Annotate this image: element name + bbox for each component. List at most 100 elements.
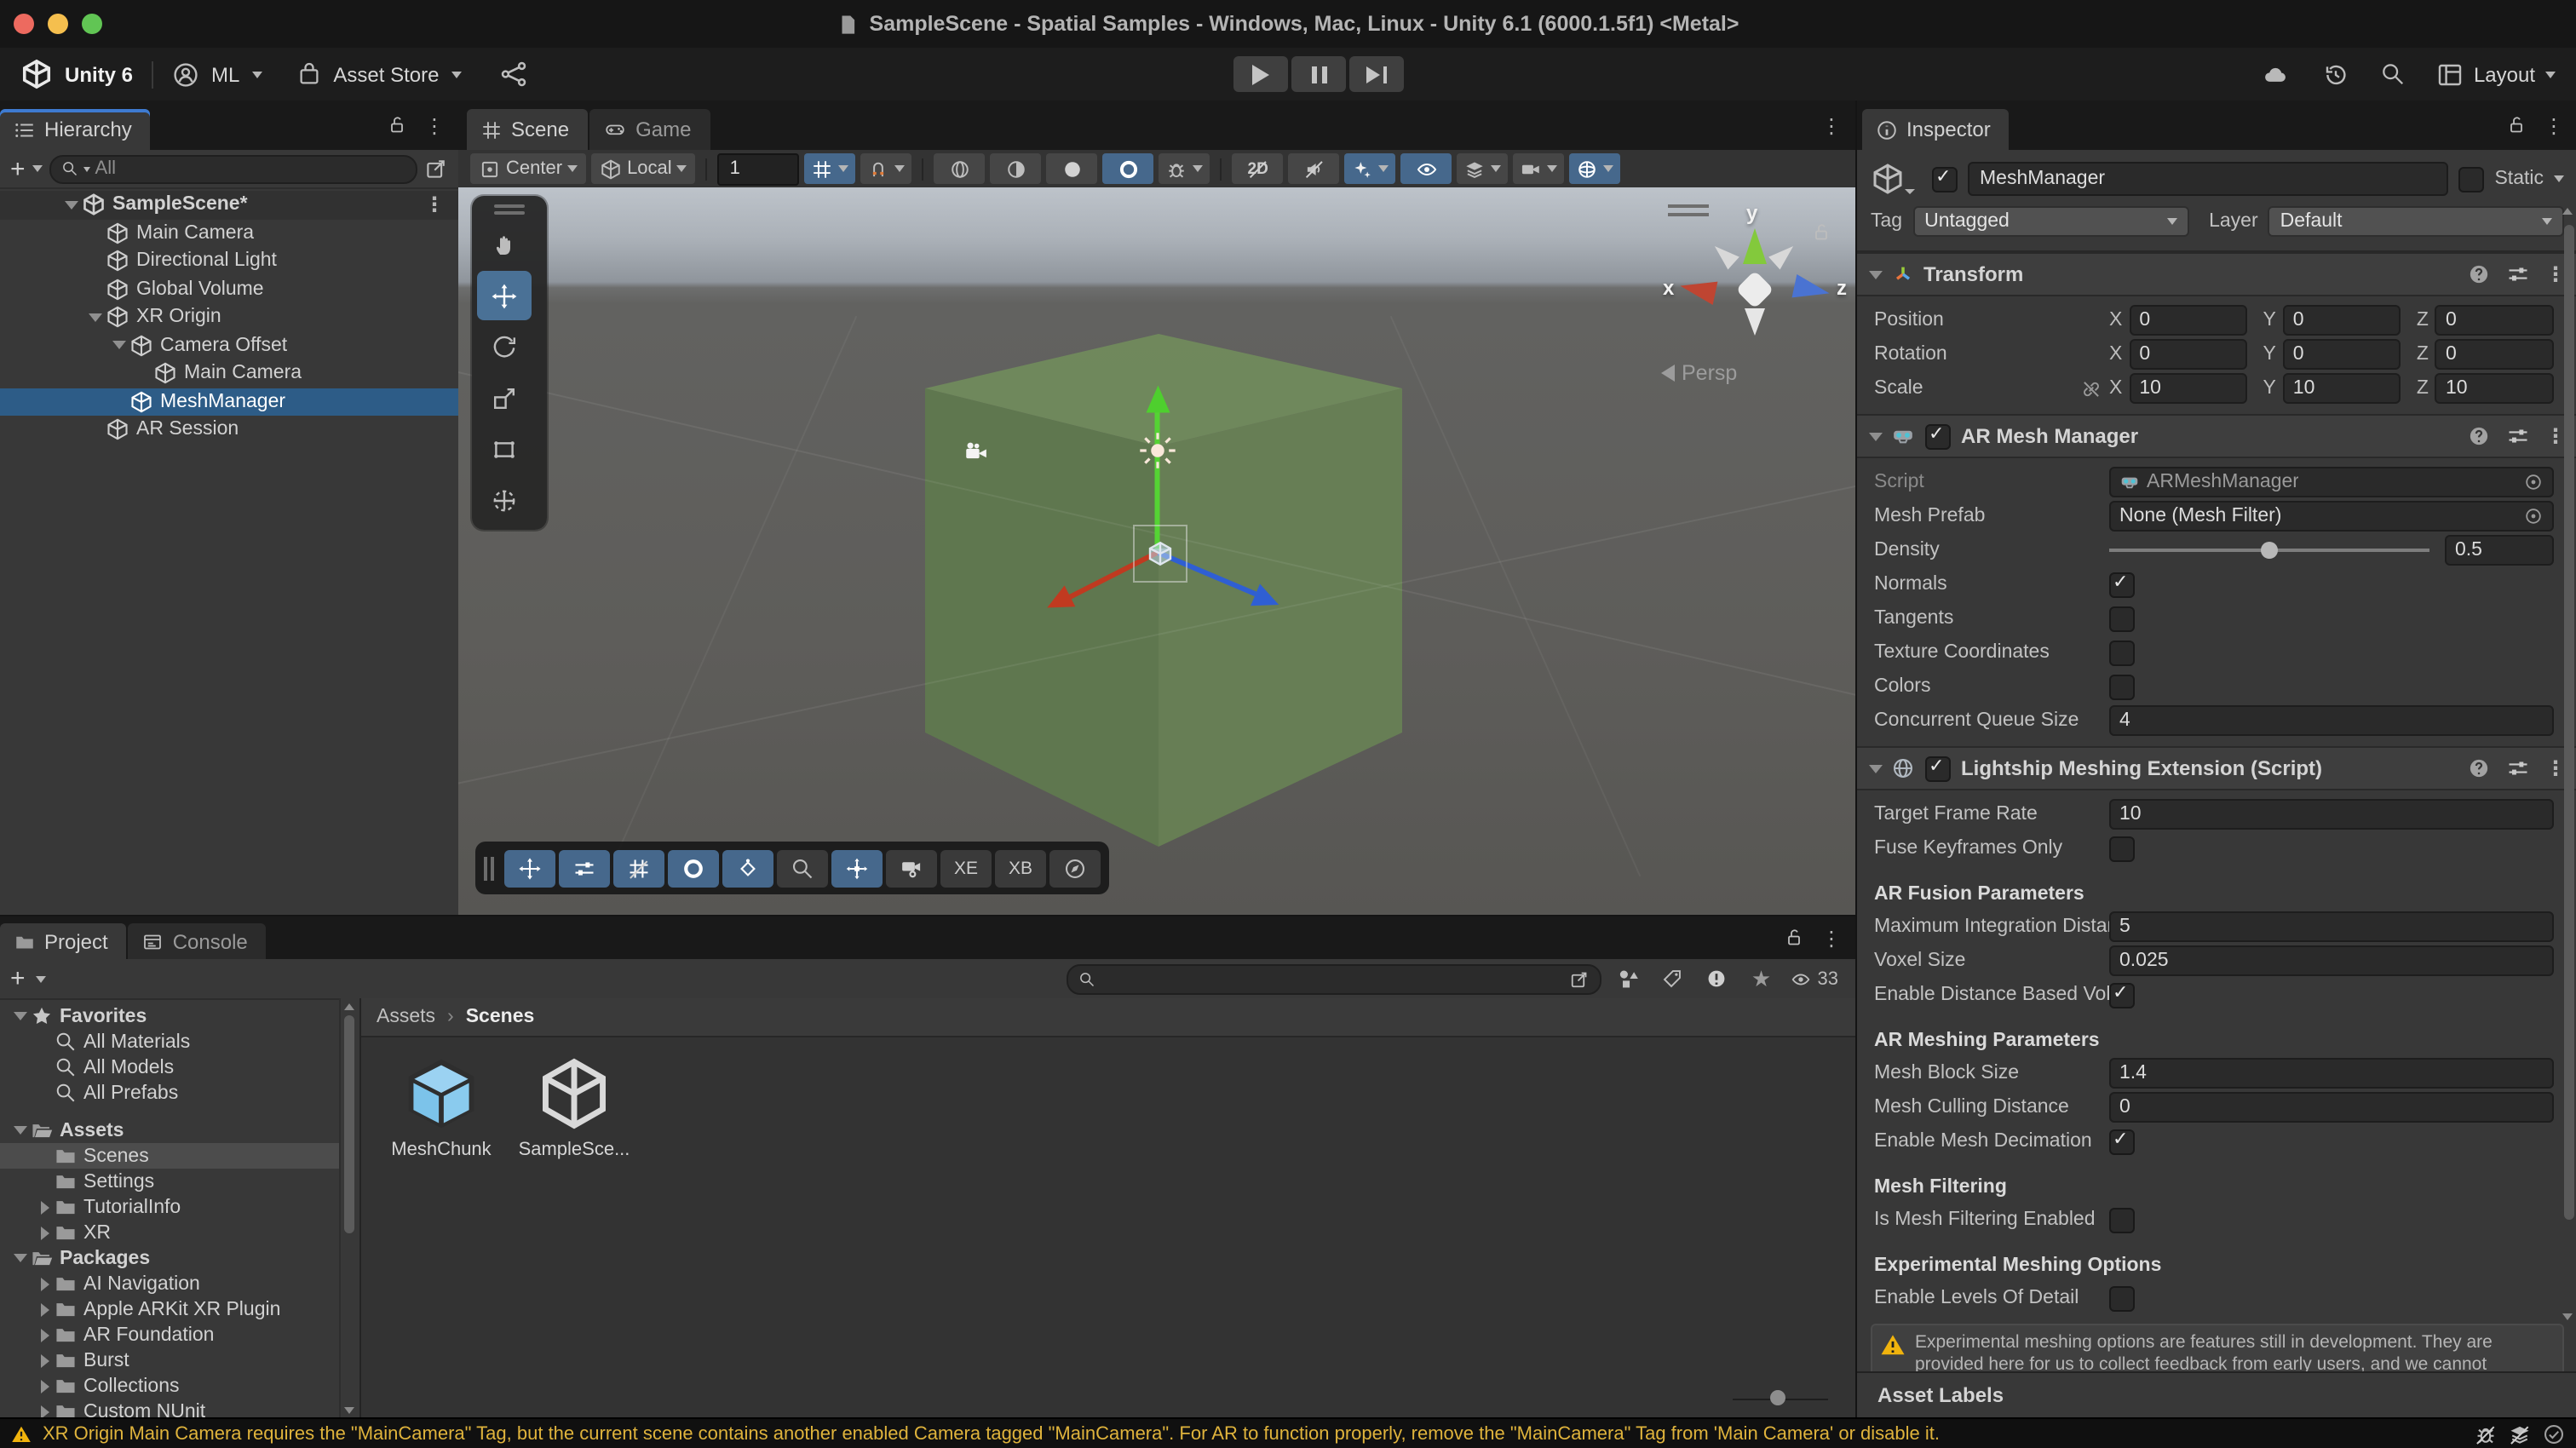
expand-arrow-icon[interactable] [85,313,106,322]
add-dropdown-arrow[interactable] [32,165,43,172]
rotate-tool-button[interactable] [477,322,532,371]
scale-link-icon[interactable] [2080,377,2102,399]
field-target-frame-rate[interactable]: 10 [2109,799,2554,830]
project-item-ar-foundation[interactable]: AR Foundation [0,1322,339,1347]
checkbox-normals[interactable] [2109,572,2135,597]
cloud-icon[interactable] [2259,62,2291,86]
project-item-assets[interactable]: Assets [0,1118,339,1143]
xe-button[interactable]: XE [940,849,992,887]
axis-z-field[interactable]: 0 [2435,305,2554,336]
project-menu-icon[interactable]: ⋮ [1821,928,1842,948]
expand-arrow-icon[interactable] [61,201,82,210]
scene-options-icon[interactable]: ⋮ [424,195,458,215]
expand-arrow-icon[interactable] [34,1405,55,1418]
scene-menu-icon[interactable]: ⋮ [1821,115,1842,135]
project-item-favorites[interactable]: Favorites [0,1003,339,1029]
axis-cone-white[interactable] [1709,240,1739,270]
hidden-count-toggle[interactable]: 33 [1789,968,1839,989]
slider-value-field[interactable]: 0.5 [2445,535,2554,566]
gameobject-name-field[interactable]: MeshManager [1968,162,2448,196]
maximize-window-button[interactable] [82,14,102,34]
grid-snap-button[interactable] [861,153,912,184]
close-window-button[interactable] [14,14,34,34]
gizmo-drag-handle[interactable] [1668,204,1709,216]
toggle-2d-button[interactable]: 2D [1233,153,1284,184]
lock-icon[interactable] [2506,114,2527,136]
tag-dropdown[interactable]: Untagged [1912,206,2188,237]
axis-x-field[interactable]: 10 [2129,373,2247,404]
hierarchy-item-camera-offset[interactable]: Camera Offset [0,331,458,359]
probe-overlay-button[interactable] [722,849,773,887]
checkbox-enable-distance-based-volum[interactable] [2109,982,2135,1008]
project-item-xr[interactable]: XR [0,1220,339,1245]
inspector-menu-icon[interactable]: ⋮ [2544,115,2564,135]
layers-slash-icon[interactable] [2508,1422,2532,1446]
hierarchy-item-xr-origin[interactable]: XR Origin [0,303,458,331]
project-item-ai-navigation[interactable]: AI Navigation [0,1271,339,1296]
light-gizmo-icon[interactable] [1138,431,1177,470]
checkbox-tangents[interactable] [2109,606,2135,631]
scale-tool-button[interactable] [477,373,532,422]
slider-knob[interactable] [2261,542,2278,559]
component-enabled-checkbox[interactable] [1925,423,1951,449]
camera-settings-button[interactable] [1514,153,1565,184]
scroll-down-icon[interactable] [2562,1313,2573,1320]
axis-y-field[interactable]: 0 [2283,305,2401,336]
component-header-lightship-meshing-extension-script[interactable]: Lightship Meshing Extension (Script)⋮ [1857,746,2576,790]
field-concurrent-queue-size[interactable]: 4 [2109,705,2554,736]
create-asset-button[interactable]: + [10,966,26,991]
xb-button[interactable]: XB [995,849,1046,887]
cinemachine-button[interactable] [886,849,937,887]
field-voxel-size[interactable]: 0.025 [2109,945,2554,976]
active-checkbox[interactable] [1932,166,1958,192]
checkbox-texture-coordinates[interactable] [2109,640,2135,665]
axis-x-field[interactable]: 0 [2129,339,2247,370]
project-item-packages[interactable]: Packages [0,1245,339,1271]
tab-scene[interactable]: Scene [467,109,588,150]
tab-project[interactable]: Project [0,923,127,959]
tab-inspector[interactable]: Inspector [1862,109,2010,150]
create-dropdown-arrow[interactable] [36,975,46,982]
scene-viewport[interactable]: XE XB y x z [458,187,1855,915]
hierarchy-item-main-camera[interactable]: Main Camera [0,359,458,388]
project-item-collections[interactable]: Collections [0,1373,339,1399]
add-gameobject-button[interactable]: + [10,156,26,181]
static-dropdown-arrow[interactable] [2554,175,2564,182]
check-circle-icon[interactable] [2542,1422,2566,1446]
grid-size-field[interactable]: 1 [718,152,800,185]
layout-selector[interactable]: Layout [2436,60,2556,88]
tab-console[interactable]: Console [129,923,267,959]
expand-arrow-icon[interactable] [109,342,129,350]
search-icon[interactable] [2380,61,2406,87]
asset-store-menu[interactable]: Asset Store [333,62,439,86]
pivot-overlay-button[interactable] [831,849,883,887]
object-picker-icon[interactable] [2523,472,2544,492]
project-item-all-prefabs[interactable]: All Prefabs [0,1080,339,1106]
play-button[interactable] [1233,56,1288,92]
bug-slash-icon[interactable] [2474,1422,2498,1446]
field-maximum-integration-distanc[interactable]: 5 [2109,911,2554,942]
prefab-icon-button[interactable] [1871,162,1905,196]
collapse-arrow-icon[interactable] [1869,270,1883,279]
scroll-up-icon[interactable] [2562,208,2573,215]
undo-history-icon[interactable] [2322,60,2349,88]
checkbox-is-mesh-filtering-enabled[interactable] [2109,1207,2135,1233]
asset-samplesce[interactable]: SampleSce... [518,1054,630,1160]
zoom-overlay-button[interactable] [777,849,828,887]
layers-button[interactable] [1458,153,1509,184]
filter-by-import-log-button[interactable] [1700,963,1734,994]
open-search-window-icon[interactable] [1569,968,1590,989]
inspector-scrollbar[interactable] [2561,203,2576,1325]
collapse-arrow-icon[interactable] [1869,764,1883,773]
breadcrumb-scenes[interactable]: Scenes [466,1007,535,1027]
hierarchy-item-samplescene[interactable]: SampleScene*⋮ [0,191,458,219]
hidden-objects-button[interactable] [1401,153,1452,184]
lock-icon[interactable] [1784,927,1804,949]
axis-y-field[interactable]: 0 [2283,339,2401,370]
field-mesh-block-size[interactable]: 1.4 [2109,1058,2554,1089]
project-item-scenes[interactable]: Scenes [0,1143,339,1169]
expand-arrow-icon[interactable] [34,1379,55,1393]
static-checkbox[interactable] [2458,166,2484,192]
occlusion-button[interactable] [613,849,664,887]
checkbox-fuse-keyframes-only[interactable] [2109,836,2135,861]
